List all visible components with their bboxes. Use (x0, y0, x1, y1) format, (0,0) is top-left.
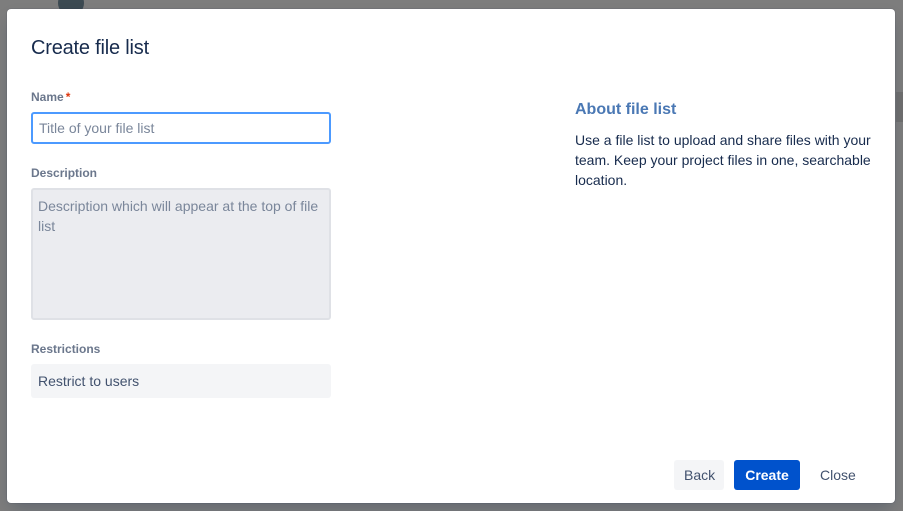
close-button[interactable]: Close (810, 460, 860, 490)
name-label: Name * (31, 90, 70, 104)
name-input[interactable] (31, 112, 331, 144)
name-label-text: Name (31, 90, 64, 104)
required-indicator: * (65, 90, 71, 104)
about-description: Use a file list to upload and share file… (575, 132, 871, 188)
restrictions-select[interactable]: Restrict to users (31, 364, 331, 398)
restrictions-label: Restrictions (31, 342, 101, 356)
description-textarea[interactable] (31, 188, 331, 320)
create-button[interactable]: Create (734, 460, 800, 490)
about-heading: About file list (575, 101, 677, 118)
create-file-list-dialog: Create file list Name* Description Restr… (7, 9, 895, 503)
back-button[interactable]: Back (674, 460, 724, 490)
restrictions-selected-value: Restrict to users (38, 373, 140, 389)
description-label: Description (31, 166, 98, 180)
background-page-edge (896, 92, 903, 122)
dialog-title: Create file list (31, 37, 149, 59)
